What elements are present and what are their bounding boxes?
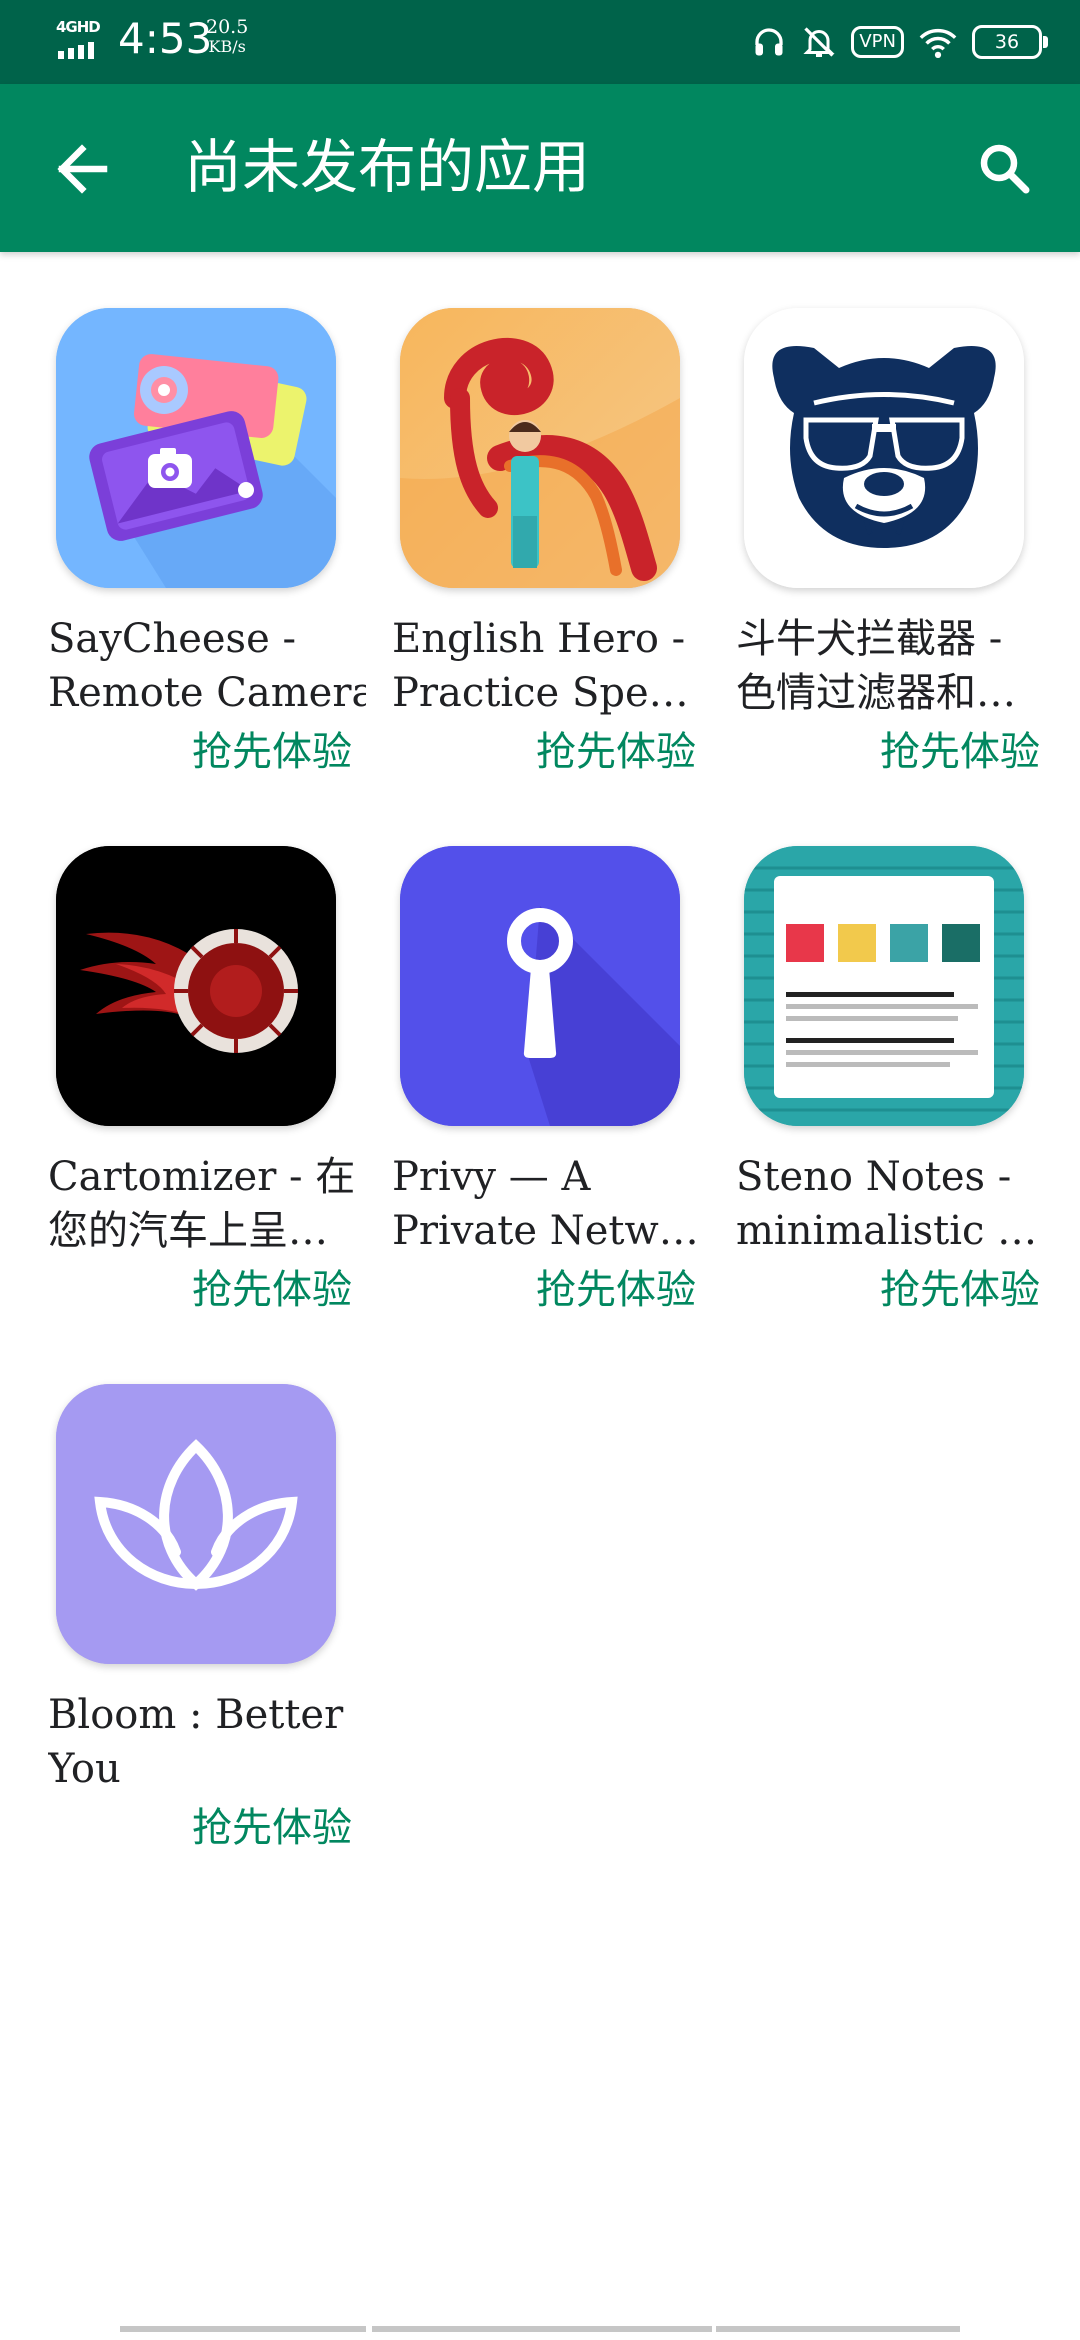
app-name-line-2: 您的汽车上呈… bbox=[48, 1208, 328, 1254]
signal-bars-icon bbox=[58, 40, 98, 59]
hero-letter-icon[interactable] bbox=[400, 308, 680, 588]
app-name-line-2: minimalistic … bbox=[736, 1208, 1038, 1254]
vpn-badge: VPN bbox=[851, 26, 904, 58]
app-card[interactable]: Cartomizer - 在 您的汽车上呈… 抢先体验 bbox=[48, 846, 366, 1326]
early-access-badge: 抢先体验 bbox=[192, 1267, 352, 1313]
status-icons: VPN 36 bbox=[751, 20, 1048, 64]
speed-value: 20.5 bbox=[206, 16, 249, 38]
app-name-line-2: 色情过滤器和… bbox=[736, 670, 1016, 716]
bell-muted-icon bbox=[803, 27, 835, 57]
app-card[interactable]: SayCheese - Remote Camera 抢先体验 bbox=[48, 308, 366, 788]
app-name[interactable]: Bloom : Better You bbox=[48, 1688, 366, 1796]
early-access-badge: 抢先体验 bbox=[536, 729, 696, 775]
nav-hint-bar bbox=[716, 2326, 960, 2332]
app-name[interactable]: SayCheese - Remote Camera bbox=[48, 612, 366, 720]
early-access-badge: 抢先体验 bbox=[192, 729, 352, 775]
app-name-line-2: Remote Camera bbox=[48, 670, 366, 716]
app-name-line-1: English Hero - bbox=[392, 616, 686, 662]
network-speed: 20.5 KB/s bbox=[206, 16, 248, 56]
status-time: 4:53 bbox=[118, 14, 213, 63]
app-card[interactable]: 斗牛犬拦截器 - 色情过滤器和… 抢先体验 bbox=[736, 308, 1054, 788]
app-name-line-1: Steno Notes - bbox=[736, 1154, 1012, 1200]
battery-indicator: 36 bbox=[972, 25, 1048, 59]
nav-hint-bar bbox=[120, 2326, 366, 2332]
app-name-line-1: Privy — A bbox=[392, 1154, 591, 1200]
app-name-line-1: Bloom : Better bbox=[48, 1692, 344, 1738]
camera-photos-icon[interactable] bbox=[56, 308, 336, 588]
app-name-line-1: SayCheese - bbox=[48, 616, 296, 662]
back-button[interactable] bbox=[38, 124, 128, 214]
app-name-line-1: Cartomizer - 在 bbox=[48, 1154, 356, 1200]
app-bar: 尚未发布的应用 bbox=[0, 84, 1080, 252]
signal-indicator: 4GHD bbox=[56, 18, 112, 60]
speed-unit: KB/s bbox=[208, 37, 246, 56]
app-card[interactable]: Steno Notes - minimalistic … 抢先体验 bbox=[736, 846, 1054, 1326]
early-access-badge: 抢先体验 bbox=[880, 1267, 1040, 1313]
app-name-line-2: Private Netw… bbox=[392, 1208, 699, 1254]
early-access-badge: 抢先体验 bbox=[536, 1267, 696, 1313]
app-name[interactable]: Cartomizer - 在 您的汽车上呈… bbox=[48, 1150, 366, 1258]
search-icon bbox=[980, 144, 1030, 194]
status-bar: 4GHD 4:53 20.5 KB/s VPN 36 bbox=[0, 0, 1080, 84]
app-name[interactable]: Steno Notes - minimalistic … bbox=[736, 1150, 1054, 1258]
wifi-icon bbox=[919, 28, 957, 58]
page-title: 尚未发布的应用 bbox=[184, 133, 591, 201]
app-name-line-2: Practice Spe… bbox=[392, 670, 689, 716]
nav-hint-bar bbox=[372, 2326, 712, 2332]
app-card[interactable]: Bloom : Better You 抢先体验 bbox=[48, 1384, 366, 1864]
early-access-badge: 抢先体验 bbox=[880, 729, 1040, 775]
app-name[interactable]: 斗牛犬拦截器 - 色情过滤器和… bbox=[736, 612, 1054, 720]
keyhole-icon[interactable] bbox=[400, 846, 680, 1126]
app-name[interactable]: English Hero - Practice Spe… bbox=[392, 612, 710, 720]
headset-icon bbox=[755, 28, 784, 56]
bulldog-sunglasses-icon[interactable] bbox=[744, 308, 1024, 588]
app-name-line-2: You bbox=[48, 1746, 121, 1792]
lotus-icon[interactable] bbox=[56, 1384, 336, 1664]
app-name-line-1: 斗牛犬拦截器 - bbox=[736, 616, 1003, 662]
early-access-badge: 抢先体验 bbox=[192, 1805, 352, 1851]
search-button[interactable] bbox=[960, 124, 1050, 214]
arrow-back-icon bbox=[57, 144, 108, 194]
notes-document-icon[interactable] bbox=[744, 846, 1024, 1126]
network-type: 4GHD bbox=[56, 18, 101, 36]
app-card[interactable]: English Hero - Practice Spe… 抢先体验 bbox=[392, 308, 710, 788]
app-card[interactable]: Privy — A Private Netw… 抢先体验 bbox=[392, 846, 710, 1326]
app-name[interactable]: Privy — A Private Netw… bbox=[392, 1150, 710, 1258]
flaming-tire-icon[interactable] bbox=[56, 846, 336, 1126]
